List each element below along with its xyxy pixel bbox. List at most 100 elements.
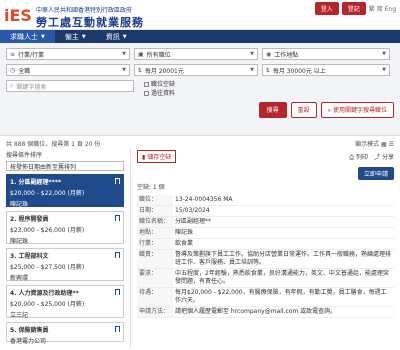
detail-row: 職位： 13-24-0004356 MA — [137, 195, 394, 206]
list-icon[interactable]: ☰ — [389, 141, 394, 148]
bookmark-icon[interactable] — [115, 289, 120, 295]
option-label: 職位空缺 — [151, 81, 176, 88]
detail-row: 職責： 督導及策劃旗下員工工作。協助分店營業日常運作。工作具一般職務，熟練處理排班… — [137, 249, 394, 269]
main-content: 搜尋條件排序 按發佈日期由新至舊排列 1. 分區副經理**** $20,000 … — [0, 148, 400, 348]
view-mode-label: 顯示模式 — [355, 141, 380, 148]
chevron-down-icon: ▼ — [250, 51, 254, 57]
logo-text[interactable]: 中華人民共和國香港特別行政區政府 勞工處互動就業服務 — [36, 5, 144, 30]
job-title: 3. 工程部科文 — [10, 253, 49, 260]
detail-row: 行業： 飲食業 — [137, 238, 394, 250]
detail-value: 分區副經理** — [173, 216, 394, 228]
language-switcher[interactable]: 繁 简 Eng — [369, 4, 396, 13]
grid-icon[interactable]: ▦ — [381, 141, 387, 148]
job-salary: $20,000 - $25,000 (月薪) — [10, 301, 85, 308]
detail-value: 飲食業 — [173, 238, 394, 250]
bookmark-icon[interactable] — [115, 326, 120, 332]
header: iES 中華人民共和國香港特別行政區政府 勞工處互動就業服務 登入 登記 繁 简… — [0, 0, 400, 30]
job-detail-panel: ▮ 儲存空缺 ⎙ 列印 ⤴ 分享 立即申請 空缺: 1 個 職位： 13-24-0… — [130, 148, 400, 348]
chevron-down-icon: ▼ — [122, 33, 127, 40]
login-button[interactable]: 登入 — [314, 2, 339, 15]
salary-min-value: 每月 20001元 — [144, 67, 184, 75]
register-button[interactable]: 登記 — [341, 2, 366, 15]
clock-icon: ◷ — [10, 66, 16, 74]
detail-value: 陳記珠 — [173, 227, 394, 239]
bookmark-icon: ▮ — [142, 154, 146, 161]
detail-key: 職責： — [137, 249, 173, 269]
detail-key: 地點： — [137, 227, 173, 239]
detail-key: 待遇： — [137, 287, 173, 307]
job-salary: $23,000 - $26,000 (月薪) — [10, 227, 85, 234]
main-nav: 求職人士 ▼ 僱主 ▼ 資訊 ▼ — [0, 30, 400, 43]
print-icon: ⎙ — [349, 153, 355, 161]
save-vacancy-button[interactable]: ▮ 儲存空缺 — [137, 150, 177, 163]
job-company: 陳記珠 — [10, 201, 29, 208]
sort-select[interactable]: 按發佈日期由新至舊排列 — [6, 161, 124, 171]
sort-value: 按發佈日期由新至舊排列 — [10, 163, 77, 171]
jobtype-select[interactable]: ▣ 所有職位 ▼ — [134, 48, 258, 60]
job-title: 2. 程序開發員 — [10, 216, 49, 223]
salary-max-select[interactable]: $ 每月 30000元 以上 ▼ — [262, 64, 390, 76]
chevron-down-icon: ▼ — [122, 51, 126, 57]
nav-label: 求職人士 — [10, 32, 38, 41]
bookmark-icon[interactable] — [115, 252, 120, 258]
detail-value: 中五程度，2年經驗，熟悉飲食業，良好溝通能力，英文、中文普通話，能處理突發問題，… — [173, 268, 394, 288]
nav-label: 資訊 — [105, 32, 120, 41]
nav-employers[interactable]: 僱主 ▼ — [55, 30, 96, 43]
search-icon: ⌕ — [10, 82, 14, 89]
job-card[interactable]: 3. 工程部科文 $25,000 - $27,500 (月薪) 新興環 — [6, 248, 124, 282]
bookmark-icon[interactable] — [115, 215, 120, 221]
keyword-input[interactable]: ⌕ 關鍵字搜索 — [6, 80, 134, 92]
chevron-down-icon: ▼ — [81, 33, 86, 40]
job-title: 4. 人力資源及行政助理** — [10, 290, 79, 297]
print-button[interactable]: ⎙ 列印 — [349, 152, 368, 162]
view-mode[interactable]: 顯示模式 ▦ ☰ — [355, 139, 394, 148]
job-card[interactable]: 1. 分區副經理**** $20,000 - $22,000 (月薪) 陳記珠 — [6, 174, 124, 208]
salary-min-select[interactable]: $ 每月 20001元 ▼ — [134, 64, 258, 76]
share-button[interactable]: ⤴ 分享 — [374, 152, 394, 162]
detail-key: 申請方法： — [137, 306, 173, 318]
detail-row: 待遇： 每月$20,000 - $22,000，有醫療保險，有年假，有勤工獎，員工… — [137, 287, 394, 307]
save-label: 儲存空缺 — [147, 154, 172, 161]
search-panel: ≡ 行業/行業 ▼ ▣ 所有職位 ▼ ◉ 工作地點 ▼ ◷ 全職 ▼ $ 每月 … — [0, 43, 400, 136]
detail-row: 要求： 中五程度，2年經驗，熟悉飲食業，良好溝通能力，英文、中文普通話，能處理突發… — [137, 268, 394, 288]
search-options: 職位空缺 過往資料 — [144, 80, 175, 98]
briefcase-icon: ▣ — [138, 50, 144, 58]
job-card[interactable]: 2. 程序開發員 $23,000 - $26,000 (月薪) 陳記珠 — [6, 211, 124, 245]
job-title: 5. 保險銷售員 — [10, 327, 49, 334]
bookmark-icon[interactable] — [115, 178, 120, 184]
checkbox[interactable] — [144, 82, 149, 87]
option-past[interactable]: 過往資料 — [144, 89, 175, 98]
detail-key: 行業： — [137, 238, 173, 250]
job-card[interactable]: 5. 保險銷售員 香港電力公司 — [6, 322, 124, 345]
industry-select[interactable]: ≡ 行業/行業 ▼ — [6, 48, 130, 60]
checkbox[interactable] — [144, 91, 149, 96]
ies-logo-icon[interactable]: iES — [4, 4, 34, 26]
option-label: 過往資料 — [151, 90, 176, 97]
logo-title: 勞工處互動就業服務 — [36, 16, 144, 29]
location-select[interactable]: ◉ 工作地點 ▼ — [262, 48, 390, 60]
detail-row: 日期： 15/03/2024 — [137, 205, 394, 217]
option-vacancy[interactable]: 職位空缺 — [144, 80, 175, 89]
detail-value: 每月$20,000 - $22,000，有醫療保險，有年假，有勤工獎，員工膳食，… — [173, 287, 394, 307]
job-card[interactable]: 4. 人力資源及行政助理** $20,000 - $25,000 (月薪) 立三… — [6, 285, 124, 319]
job-company: 立三記 — [10, 312, 29, 319]
chevron-down-icon: ▼ — [250, 67, 254, 73]
reset-button[interactable]: 重設 — [290, 102, 317, 118]
chevron-down-icon: ▼ — [41, 33, 45, 40]
apply-button[interactable]: 立即申請 — [357, 167, 394, 180]
location-pin-icon: ◉ — [266, 50, 272, 58]
job-salary: $20,000 - $22,000 (月薪) — [10, 190, 85, 197]
money-icon: $ — [266, 66, 270, 74]
result-summary: 共 888 個職位，搜尋第 1 頁 20 份 顯示模式 ▦ ☰ — [0, 136, 400, 148]
search-button[interactable]: 搜尋 — [258, 102, 287, 118]
salary-max-value: 每月 30000元 以上 — [272, 67, 326, 75]
detail-row: 地點： 陳記珠 — [137, 227, 394, 239]
detail-row: 申請方法： 請把個人履歷電郵至 hrcompany@mail.com 或致電查詢。 — [137, 306, 394, 318]
keyword-search-label: 使用關鍵字搜尋職位 — [332, 107, 387, 114]
nav-jobseekers[interactable]: 求職人士 ▼ — [0, 30, 55, 43]
nav-info[interactable]: 資訊 ▼ — [96, 30, 137, 43]
duration-select[interactable]: ◷ 全職 ▼ — [6, 64, 130, 76]
keyword-search-button[interactable]: ⌕ 使用關鍵字搜尋職位 — [320, 102, 394, 118]
job-title: 1. 分區副經理**** — [10, 179, 62, 186]
vacancy-count: 空缺: 1 個 — [137, 184, 165, 191]
